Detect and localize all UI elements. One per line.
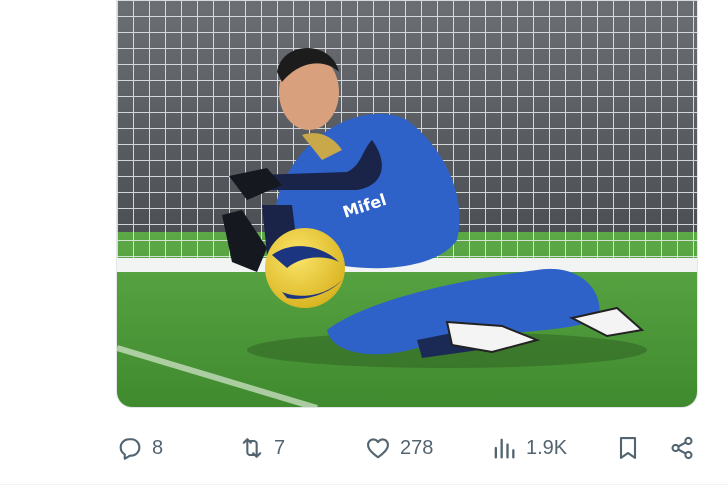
speech-bubble-icon (119, 438, 141, 460)
post-media[interactable]: Mifel (116, 0, 698, 408)
goalkeeper-photo: Mifel (117, 0, 697, 407)
share-button[interactable] (668, 428, 696, 468)
repost-icon (242, 438, 262, 458)
like-button[interactable]: 278 (364, 428, 433, 468)
reply-count: 8 (152, 437, 164, 459)
share-icon (671, 436, 693, 460)
views-button[interactable]: 1.9K (490, 428, 567, 468)
reply-button[interactable]: 8 (116, 428, 163, 468)
like-count: 278 (400, 437, 434, 459)
heart-icon (367, 438, 389, 459)
views-count: 1.9K (526, 437, 568, 459)
bookmark-button[interactable] (614, 428, 642, 468)
repost-count: 7 (274, 437, 286, 459)
bookmark-icon (619, 437, 637, 459)
bar-chart-icon (494, 438, 515, 459)
post-divider (0, 484, 728, 485)
repost-button[interactable]: 7 (238, 428, 285, 468)
post-action-bar: 8 7 278 1.9K (116, 428, 698, 468)
